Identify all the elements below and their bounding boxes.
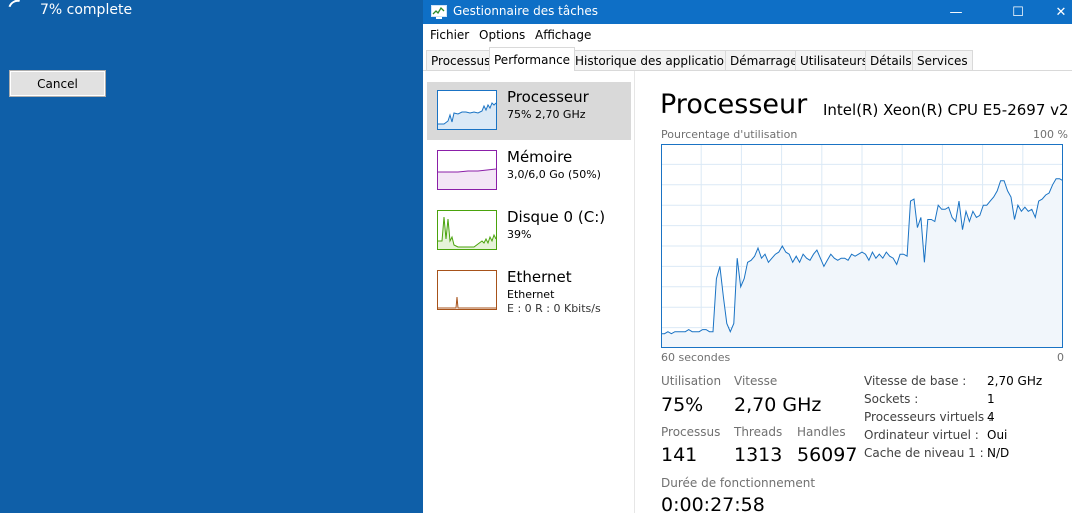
utilisation-value: 75% (661, 394, 704, 416)
sidebar-title: Disque 0 (C:) (507, 208, 606, 226)
vitesse-label: Vitesse (734, 374, 778, 388)
handles-value: 56097 (797, 444, 858, 466)
sidebar-subtitle: 3,0/6,0 Go (50%) (507, 168, 601, 181)
disk-mini-graph (437, 210, 497, 250)
tab-processus[interactable]: Processus (426, 50, 496, 70)
window-title: Gestionnaire des tâches (453, 4, 599, 18)
processus-value: 141 (661, 444, 698, 466)
cpu-model: Intel(R) Xeon(R) CPU E5-2697 v2 ... (823, 101, 1072, 119)
threads-label: Threads (734, 425, 783, 439)
sidebar-subtitle: Ethernet (507, 288, 555, 301)
sidebar-item-memoire[interactable]: Mémoire 3,0/6,0 Go (50%) (427, 142, 631, 200)
sidebar-title: Mémoire (507, 148, 573, 166)
vitesse-value: 2,70 GHz (734, 394, 822, 416)
cpu-mini-graph (437, 90, 497, 130)
detail-value-virtual-processors: 4 (987, 410, 995, 424)
tab-utilisateurs[interactable]: Utilisateurs (795, 50, 873, 70)
uptime-value: 0:00:27:58 (661, 494, 765, 513)
cancel-button[interactable]: Cancel (9, 70, 106, 97)
memory-mini-graph (437, 150, 497, 190)
tab-services[interactable]: Services (912, 50, 973, 70)
sidebar-subtitle: 75% 2,70 GHz (507, 108, 586, 121)
cpu-usage-chart (661, 144, 1063, 348)
menu-fichier[interactable]: Fichier (430, 28, 469, 42)
tab-bar: Processus Performance Historique des app… (423, 46, 1072, 71)
sidebar-item-processeur[interactable]: Processeur 75% 2,70 GHz (427, 82, 631, 140)
graph-y-label: Pourcentage d'utilisation (661, 128, 798, 141)
detail-value-virtual-machine: Oui (987, 428, 1008, 442)
ethernet-mini-graph (437, 270, 497, 310)
handles-label: Handles (797, 425, 846, 439)
sidebar-title: Ethernet (507, 268, 572, 286)
close-button[interactable]: ✕ (1038, 0, 1072, 24)
detail-key-virtual-machine: Ordinateur virtuel : (864, 428, 979, 442)
minimize-button[interactable]: — (933, 0, 979, 24)
menu-affichage[interactable]: Affichage (535, 28, 591, 42)
performance-panel: Processeur Intel(R) Xeon(R) CPU E5-2697 … (635, 71, 1072, 513)
detail-key-base-speed: Vitesse de base : (864, 374, 967, 388)
resource-sidebar: Processeur 75% 2,70 GHz Mémoire 3,0/6,0 … (423, 71, 635, 513)
task-manager-window: Gestionnaire des tâches — ☐ ✕ Fichier Op… (423, 0, 1072, 513)
uptime-label: Durée de fonctionnement (661, 476, 816, 490)
graph-x-label-left: 60 secondes (661, 351, 731, 364)
processus-label: Processus (661, 425, 721, 439)
title-bar[interactable]: Gestionnaire des tâches — ☐ ✕ (423, 0, 1072, 24)
page-title: Processeur (660, 89, 808, 120)
sidebar-subtitle: 39% (507, 228, 532, 241)
graph-max-label: 100 % (1033, 128, 1068, 141)
detail-key-l1-cache: Cache de niveau 1 : (864, 446, 984, 460)
task-manager-icon (431, 5, 447, 19)
graph-x-label-right: 0 (1057, 351, 1064, 364)
menu-options[interactable]: Options (479, 28, 525, 42)
tab-details[interactable]: Détails (865, 50, 917, 70)
detail-key-sockets: Sockets : (864, 392, 919, 406)
sidebar-title: Processeur (507, 88, 589, 106)
sidebar-item-ethernet[interactable]: Ethernet Ethernet E : 0 R : 0 Kbits/s (427, 262, 631, 320)
tab-historique[interactable]: Historique des applications (570, 50, 743, 70)
tab-performance[interactable]: Performance (489, 47, 576, 71)
maximize-button[interactable]: ☐ (995, 0, 1041, 24)
detail-value-base-speed: 2,70 GHz (987, 374, 1043, 388)
progress-text: 7% complete (40, 2, 133, 18)
threads-value: 1313 (734, 444, 783, 466)
sidebar-item-disque[interactable]: Disque 0 (C:) 39% (427, 202, 631, 260)
detail-value-sockets: 1 (987, 392, 995, 406)
menu-bar: Fichier Options Affichage (423, 24, 1072, 46)
detail-value-l1-cache: N/D (987, 446, 1010, 460)
sidebar-subtitle-rates: E : 0 R : 0 Kbits/s (507, 302, 601, 315)
detail-key-virtual-processors: Processeurs virtuels : (864, 410, 993, 424)
utilisation-label: Utilisation (661, 374, 722, 388)
tab-demarrage[interactable]: Démarrage (725, 50, 803, 70)
